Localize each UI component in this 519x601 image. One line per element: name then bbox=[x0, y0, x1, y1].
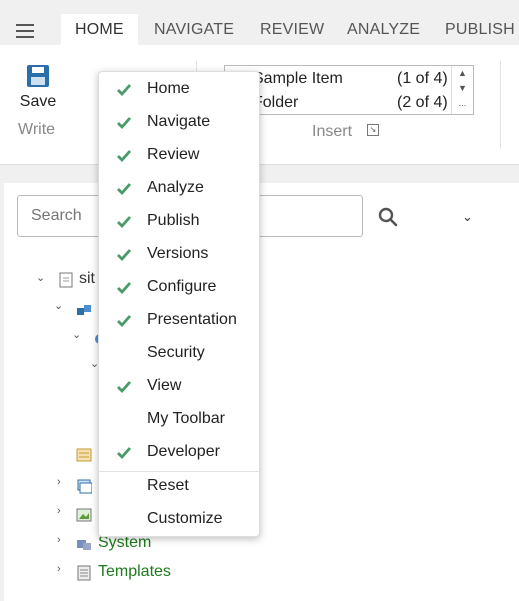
menu-item-reset[interactable]: Reset bbox=[99, 472, 259, 502]
menu-item-configure[interactable]: Configure bbox=[99, 273, 259, 303]
system-icon bbox=[77, 540, 91, 550]
menu-item-my-toolbar[interactable]: My Toolbar bbox=[99, 405, 259, 435]
tab-navigate[interactable]: NAVIGATE bbox=[140, 14, 248, 45]
search-icon[interactable] bbox=[378, 207, 398, 227]
chevron-down-icon[interactable]: ⌄ bbox=[462, 209, 473, 225]
tab-analyze[interactable]: ANALYZE bbox=[333, 14, 434, 45]
menu-item-presentation[interactable]: Presentation bbox=[99, 306, 259, 336]
menu-item-security[interactable]: Security bbox=[99, 339, 259, 369]
check-icon bbox=[117, 381, 132, 394]
menu-item-label: Security bbox=[147, 344, 205, 361]
insert-option-label[interactable]: Sample Item bbox=[253, 70, 343, 88]
ribbon-divider bbox=[500, 61, 501, 149]
menu-item-publish[interactable]: Publish bbox=[99, 207, 259, 237]
check-icon bbox=[117, 249, 132, 262]
menu-item-label: Home bbox=[147, 80, 190, 97]
menu-item-review[interactable]: Review bbox=[99, 141, 259, 171]
templates-icon bbox=[77, 565, 91, 581]
tree-item-label[interactable]: sit bbox=[79, 270, 95, 288]
chevron-right-icon[interactable]: › bbox=[57, 505, 61, 517]
menu-item-label: Analyze bbox=[147, 179, 204, 196]
tab-review[interactable]: REVIEW bbox=[246, 14, 338, 45]
chevron-down-icon[interactable]: ⌄ bbox=[54, 299, 63, 312]
menu-item-label: Review bbox=[147, 146, 200, 163]
tree-item-templates[interactable]: Templates bbox=[98, 563, 171, 581]
hamburger-menu-icon[interactable] bbox=[16, 24, 34, 38]
menu-item-developer[interactable]: Developer bbox=[99, 438, 259, 468]
check-icon bbox=[117, 282, 132, 295]
chevron-right-icon[interactable]: › bbox=[57, 476, 61, 488]
menu-item-label: Presentation bbox=[147, 311, 237, 328]
image-icon bbox=[76, 508, 92, 522]
menu-item-label: Configure bbox=[147, 278, 217, 295]
menu-item-view[interactable]: View bbox=[99, 372, 259, 402]
menu-item-label: Developer bbox=[147, 443, 220, 460]
menu-item-label: Versions bbox=[147, 245, 209, 262]
scroll-up-icon[interactable]: ▲ bbox=[452, 66, 473, 81]
ribbon-tab-bar: HOME NAVIGATE REVIEW ANALYZE PUBLISH bbox=[0, 0, 519, 45]
layout-icon bbox=[76, 448, 92, 462]
chevron-right-icon[interactable]: › bbox=[57, 534, 61, 546]
menu-item-label: Navigate bbox=[147, 113, 211, 130]
menu-item-customize[interactable]: Customize bbox=[99, 505, 259, 535]
check-icon bbox=[117, 117, 132, 130]
gallery-scroll[interactable]: ▲ ▼ ... bbox=[451, 66, 473, 114]
menu-item-label: Customize bbox=[147, 510, 223, 527]
check-icon bbox=[117, 216, 132, 229]
write-group-label: Write bbox=[18, 121, 56, 138]
content-tree-panel: ⌄ ⌄ sit ⌄ ⌄ ⌄ › › › System › Templates bbox=[4, 183, 519, 601]
menu-item-navigate[interactable]: Navigate bbox=[99, 108, 259, 138]
more-icon[interactable]: ... bbox=[452, 96, 473, 111]
tab-home[interactable]: HOME bbox=[61, 14, 138, 45]
check-icon bbox=[117, 183, 132, 196]
save-icon bbox=[27, 65, 49, 87]
menu-item-label: View bbox=[147, 377, 182, 394]
menu-item-label: My Toolbar bbox=[147, 410, 225, 427]
insert-gallery[interactable]: Sample Item (1 of 4) Folder (2 of 4) ▲ ▼… bbox=[224, 65, 474, 115]
menu-item-label: Publish bbox=[147, 212, 200, 229]
content-cubes-icon bbox=[77, 305, 91, 315]
menu-item-versions[interactable]: Versions bbox=[99, 240, 259, 270]
check-icon bbox=[117, 315, 132, 328]
chevron-down-icon[interactable]: ⌄ bbox=[72, 328, 81, 341]
chevron-right-icon[interactable]: › bbox=[57, 563, 61, 575]
check-icon bbox=[117, 84, 132, 97]
page-icon bbox=[59, 272, 73, 288]
chevron-down-icon[interactable]: ⌄ bbox=[36, 271, 45, 284]
media-library-icon bbox=[77, 479, 92, 494]
menu-item-analyze[interactable]: Analyze bbox=[99, 174, 259, 204]
menu-item-label: Reset bbox=[147, 477, 189, 494]
menu-item-home[interactable]: Home bbox=[99, 75, 259, 105]
check-icon bbox=[117, 447, 132, 460]
insert-group-label: Insert bbox=[312, 123, 353, 140]
save-label: Save bbox=[19, 93, 57, 110]
dialog-launcher-icon[interactable]: ↘ bbox=[367, 124, 379, 136]
ribbon-tabs-context-menu: Home Navigate Review Analyze Publish Ver… bbox=[98, 71, 260, 537]
tab-publish[interactable]: PUBLISH bbox=[431, 14, 519, 45]
insert-option-count: (2 of 4) bbox=[397, 94, 448, 111]
save-button[interactable]: Save bbox=[12, 65, 64, 111]
scroll-down-icon[interactable]: ▼ bbox=[452, 81, 473, 96]
check-icon bbox=[117, 150, 132, 163]
insert-option-count: (1 of 4) bbox=[397, 70, 448, 87]
